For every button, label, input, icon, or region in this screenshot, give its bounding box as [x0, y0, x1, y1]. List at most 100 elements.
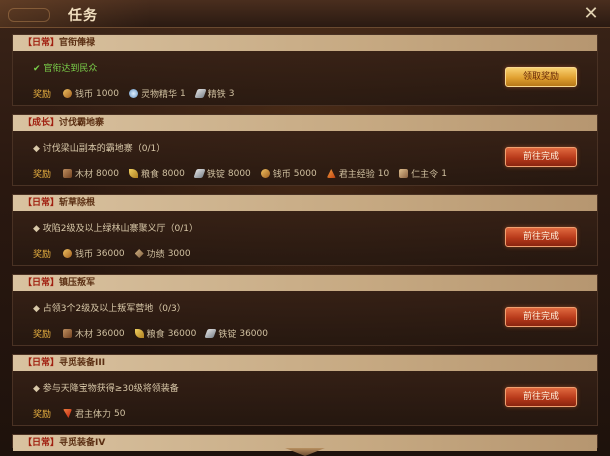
reward-label: 奖励: [33, 90, 52, 100]
diamond-bullet-icon: ◆: [33, 144, 40, 154]
reward-item: 木材 8000: [63, 167, 119, 180]
reward-item: 钱币 1000: [63, 87, 119, 100]
reward-row: 奖励 木材 36000 粮食 36000 铁锭 36000: [33, 327, 268, 341]
wood-icon: [63, 169, 73, 178]
reward-amount: 10: [377, 168, 390, 179]
reward-item: 粮食 36000: [134, 327, 197, 340]
title-bar: 任务 ✕: [0, 0, 610, 28]
reward-row: 奖励 木材 8000 粮食 8000 铁锭 8000 钱币 5000 君主经验 …: [33, 167, 447, 181]
reward-name: 木材: [75, 330, 94, 340]
reward-item: 仁主令 1: [399, 167, 447, 180]
window-title: 任务: [68, 8, 98, 24]
task-header: 【日常】镇压叛军: [13, 275, 597, 291]
task-name: 寻觅装备IV: [59, 438, 106, 448]
reward-name: 粮食: [140, 170, 159, 180]
reward-name: 木材: [75, 170, 94, 180]
reward-item: 粮食 8000: [128, 167, 185, 180]
reward-name: 功绩: [146, 250, 165, 260]
task-card: 【日常】斩草除根 ◆ 攻陷2级及以上绿林山寨聚义厅（0/1） 奖励 钱币 360…: [12, 194, 598, 266]
reward-item: 君主体力 50: [63, 407, 125, 420]
reward-name: 灵物精华: [140, 90, 177, 100]
reward-item: 灵物精华 1: [128, 87, 186, 100]
task-description: ◆ 讨伐梁山副本的霸地寨（0/1）: [33, 141, 165, 154]
diamond-bullet-icon: ◆: [33, 384, 40, 394]
task-header: 【日常】寻觅装备III: [13, 355, 597, 371]
task-description-text: 官衔达到民众: [43, 64, 98, 74]
task-category: 【日常】: [23, 38, 60, 48]
reward-item: 精铁 3: [194, 87, 235, 100]
task-card: 【日常】镇压叛军 ◆ 占领3个2级及以上叛军营地（0/3） 奖励 木材 3600…: [12, 274, 598, 346]
task-header: 【日常】官衔俸禄: [13, 35, 597, 51]
wood-icon: [63, 329, 73, 338]
merit-icon: [134, 249, 144, 258]
lord-exp-icon: [326, 169, 336, 178]
iron-ingot-icon: [193, 169, 206, 178]
task-description-text: 攻陷2级及以上绿林山寨聚义厅（0/1）: [42, 224, 199, 234]
reward-name: 钱币: [272, 170, 291, 180]
go-complete-button[interactable]: 前往完成: [505, 387, 577, 407]
token-icon: [399, 169, 409, 178]
task-description-text: 占领3个2级及以上叛军营地（0/3）: [42, 304, 186, 314]
task-category: 【日常】: [23, 438, 60, 448]
task-header: 【日常】斩草除根: [13, 195, 597, 211]
task-header: 【成长】讨伐霸地寨: [13, 115, 597, 131]
reward-label: 奖励: [33, 410, 52, 420]
claim-reward-button[interactable]: 领取奖励: [505, 67, 577, 87]
reward-name: 铁锭: [218, 330, 237, 340]
reward-label: 奖励: [33, 330, 52, 340]
reward-label: 奖励: [33, 250, 52, 260]
reward-item: 铁锭 8000: [193, 167, 251, 180]
task-name: 讨伐霸地寨: [59, 118, 105, 128]
iron-ingot-icon: [204, 329, 217, 338]
go-complete-button[interactable]: 前往完成: [505, 147, 577, 167]
grain-icon: [134, 329, 144, 338]
reward-amount: 36000: [96, 328, 125, 339]
reward-item: 功绩 3000: [134, 247, 191, 260]
coin-icon: [260, 169, 270, 178]
reward-row: 奖励 钱币 1000 灵物精华 1 精铁 3: [33, 87, 235, 101]
reward-name: 钱币: [75, 90, 94, 100]
task-description: ✔ 官衔达到民众: [33, 61, 97, 74]
reward-row: 奖励 君主体力 50: [33, 407, 125, 421]
reward-amount: 8000: [161, 168, 185, 179]
reward-name: 粮食: [146, 330, 165, 340]
reward-amount: 3: [228, 88, 235, 99]
reward-name: 君主体力: [75, 410, 112, 420]
task-name: 官衔俸禄: [59, 38, 96, 48]
reward-name: 精铁: [207, 90, 226, 100]
reward-name: 君主经验: [338, 170, 375, 180]
reward-amount: 1: [441, 168, 447, 179]
coin-icon: [63, 89, 73, 98]
reward-amount: 3000: [167, 248, 191, 259]
reward-amount: 36000: [167, 328, 197, 339]
task-card: 【日常】官衔俸禄 ✔ 官衔达到民众 奖励 钱币 1000 灵物精华 1 精铁 3…: [12, 34, 598, 106]
task-category: 【日常】: [23, 358, 60, 368]
reward-amount: 5000: [293, 168, 317, 179]
task-name: 斩草除根: [59, 198, 96, 208]
reward-name: 仁主令: [411, 170, 439, 180]
reward-row: 奖励 钱币 36000 功绩 3000: [33, 247, 191, 261]
go-complete-button[interactable]: 前往完成: [505, 227, 577, 247]
close-icon[interactable]: ✕: [580, 3, 602, 25]
go-complete-button[interactable]: 前往完成: [505, 307, 577, 327]
stamina-icon: [63, 409, 73, 418]
checkmark-icon: ✔: [33, 64, 41, 74]
coin-icon: [63, 249, 73, 258]
task-category: 【成长】: [23, 118, 60, 128]
reward-name: 铁锭: [206, 170, 225, 180]
diamond-bullet-icon: ◆: [33, 304, 40, 314]
task-card: 【成长】讨伐霸地寨 ◆ 讨伐梁山副本的霸地寨（0/1） 奖励 木材 8000 粮…: [12, 114, 598, 186]
reward-item: 铁锭 36000: [204, 327, 268, 340]
reward-item: 君主经验 10: [326, 167, 390, 180]
reward-amount: 50: [114, 408, 126, 419]
diamond-bullet-icon: ◆: [33, 224, 40, 234]
task-card: 【日常】寻觅装备IV: [12, 434, 598, 451]
task-name: 镇压叛军: [59, 278, 96, 288]
iron-icon: [194, 89, 207, 98]
reward-name: 钱币: [75, 250, 94, 260]
task-description: ◆ 攻陷2级及以上绿林山寨聚义厅（0/1）: [33, 221, 198, 234]
grain-icon: [128, 169, 138, 178]
task-description-text: 讨伐梁山副本的霸地寨（0/1）: [42, 144, 166, 154]
reward-amount: 36000: [239, 328, 268, 339]
task-description-text: 参与天降宝物获得≥30级将领装备: [42, 384, 179, 394]
